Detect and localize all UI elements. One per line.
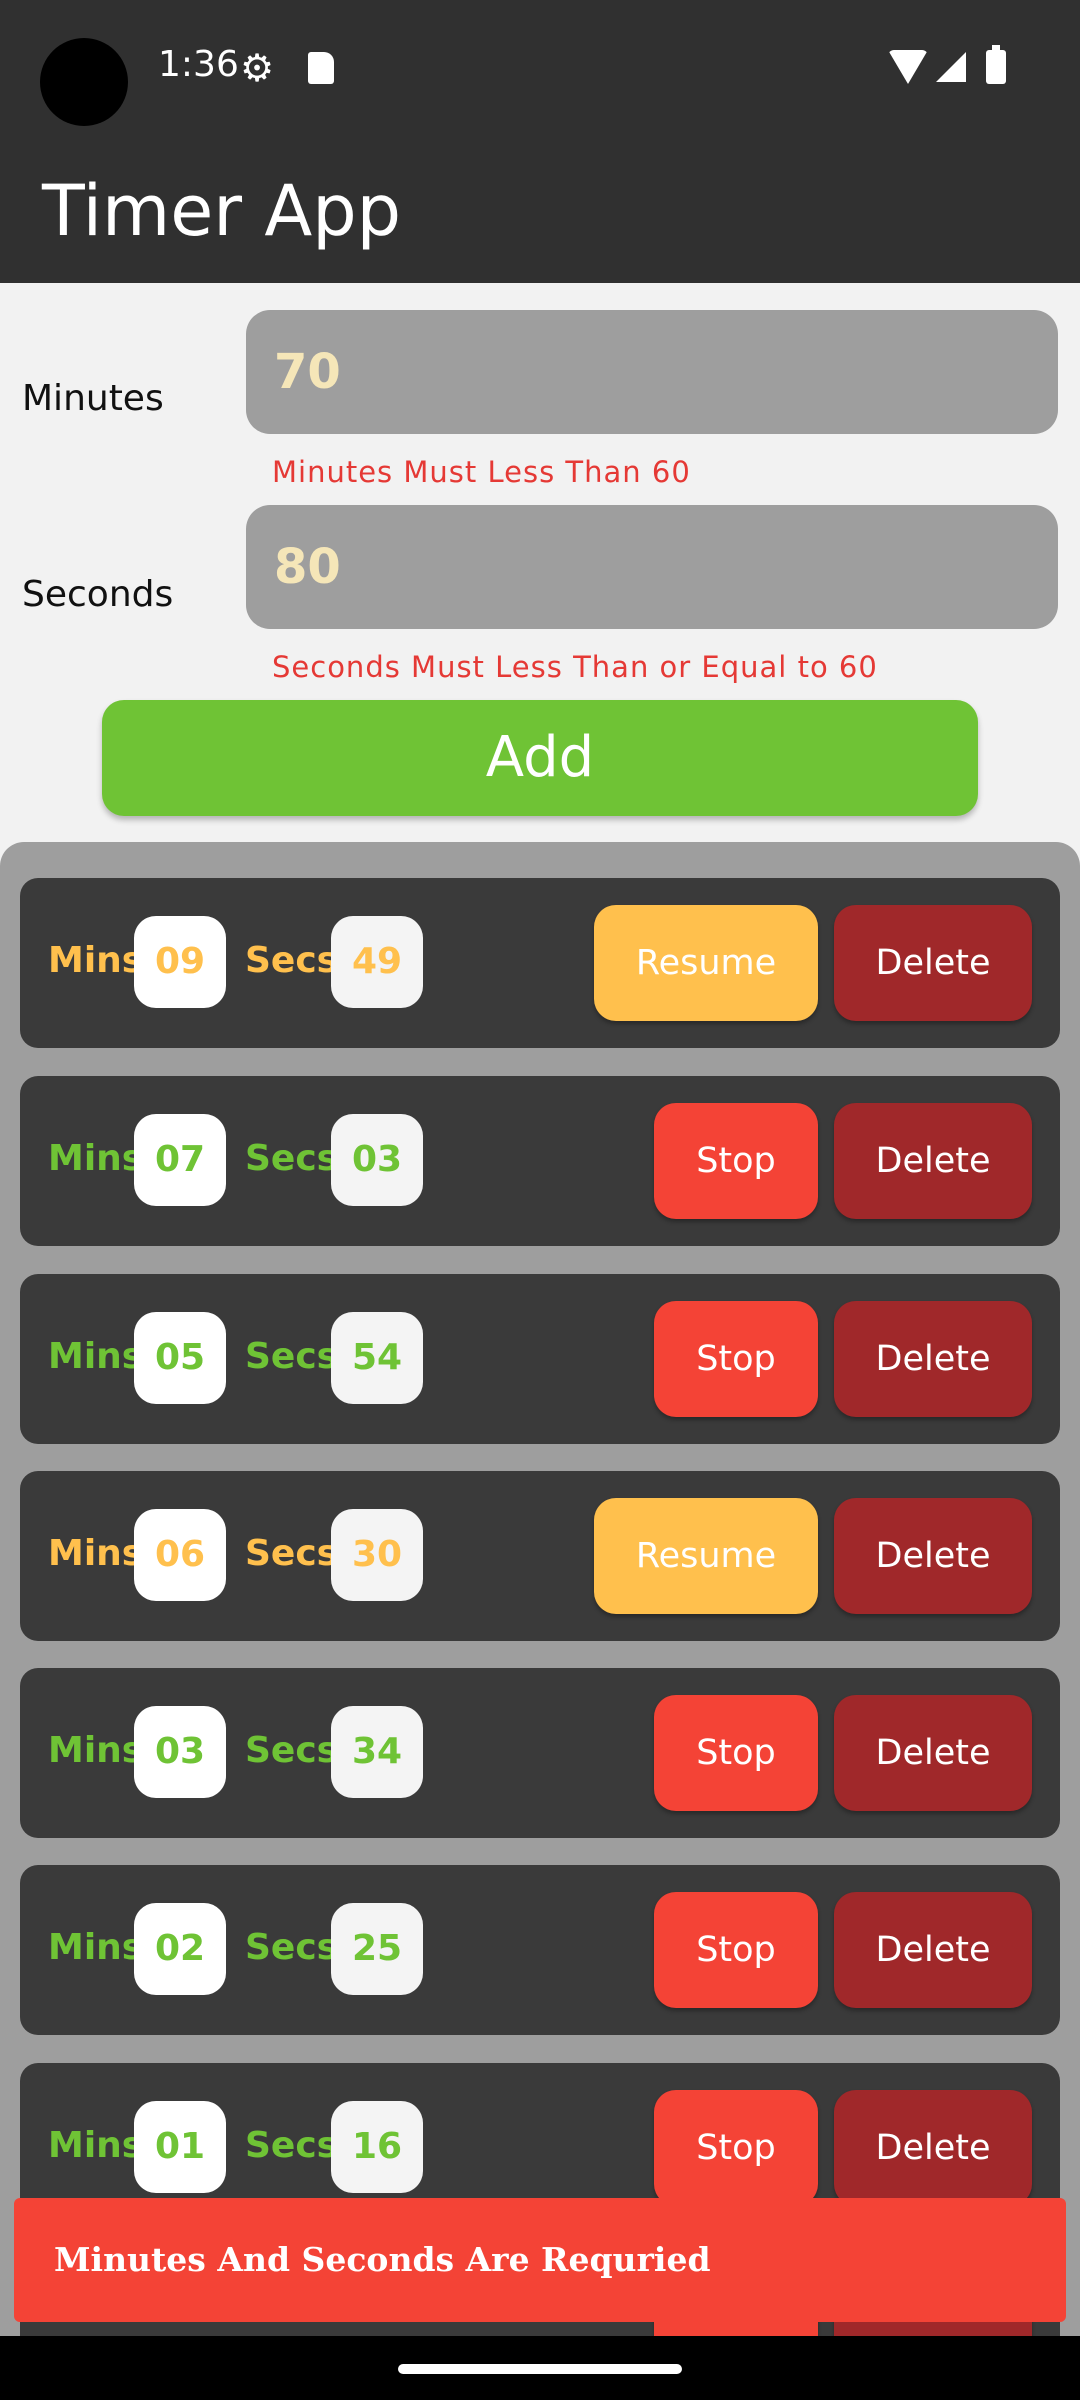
camera-cutout bbox=[40, 38, 128, 126]
stop-button[interactable]: Stop bbox=[654, 1892, 818, 2008]
battery-icon bbox=[986, 45, 1006, 84]
settings-icon: ⚙ bbox=[240, 46, 275, 90]
mins-label: Mins bbox=[48, 1336, 144, 1377]
app-bar: Timer App bbox=[0, 140, 1080, 283]
stop-button[interactable]: Stop bbox=[654, 1695, 818, 1811]
delete-button[interactable]: Delete bbox=[834, 1301, 1032, 1417]
mins-value: 06 bbox=[134, 1509, 226, 1601]
delete-button[interactable]: Delete bbox=[834, 1498, 1032, 1614]
secs-value: 30 bbox=[331, 1509, 423, 1601]
mins-value: 05 bbox=[134, 1312, 226, 1404]
status-bar: 1:36 ⚙ bbox=[0, 0, 1080, 140]
stop-button[interactable]: Stop bbox=[654, 1103, 818, 1219]
secs-label: Secs bbox=[245, 1336, 339, 1377]
secs-value: 16 bbox=[331, 2101, 423, 2193]
timer-card: Mins 09 Secs 49 Resume Delete bbox=[20, 878, 1060, 1048]
secs-label: Secs bbox=[245, 1927, 339, 1968]
secs-label: Secs bbox=[245, 1533, 339, 1574]
timer-card: Mins 07 Secs 03 Stop Delete bbox=[20, 1076, 1060, 1246]
secs-value: 54 bbox=[331, 1312, 423, 1404]
timer-card: Mins 06 Secs 30 Resume Delete bbox=[20, 1471, 1060, 1641]
resume-button[interactable]: Resume bbox=[594, 1498, 818, 1614]
delete-button[interactable]: Delete bbox=[834, 1695, 1032, 1811]
secs-label: Secs bbox=[245, 940, 339, 981]
secs-value: 03 bbox=[331, 1114, 423, 1206]
delete-button[interactable]: Delete bbox=[834, 2090, 1032, 2206]
sd-card-icon bbox=[308, 52, 334, 84]
seconds-label: Seconds bbox=[22, 574, 174, 615]
secs-label: Secs bbox=[245, 2125, 339, 2166]
stop-button[interactable]: Stop bbox=[654, 2090, 818, 2206]
secs-value: 25 bbox=[331, 1903, 423, 1995]
delete-button[interactable]: Delete bbox=[834, 1103, 1032, 1219]
wifi-icon bbox=[888, 50, 928, 84]
mins-label: Mins bbox=[48, 940, 144, 981]
status-time: 1:36 bbox=[158, 44, 239, 85]
mins-value: 01 bbox=[134, 2101, 226, 2193]
minutes-error: Minutes Must Less Than 60 bbox=[272, 455, 691, 489]
timer-list: Mins 09 Secs 49 Resume Delete Mins 07 Se… bbox=[0, 842, 1080, 2342]
mins-label: Mins bbox=[48, 1927, 144, 1968]
add-button[interactable]: Add bbox=[102, 700, 978, 816]
mins-value: 09 bbox=[134, 916, 226, 1008]
timer-card: Mins 02 Secs 25 Stop Delete bbox=[20, 1865, 1060, 2035]
mins-label: Mins bbox=[48, 1730, 144, 1771]
secs-label: Secs bbox=[245, 1730, 339, 1771]
mins-value: 07 bbox=[134, 1114, 226, 1206]
mins-label: Mins bbox=[48, 1138, 144, 1179]
signal-icon bbox=[936, 52, 966, 82]
delete-button[interactable]: Delete bbox=[834, 905, 1032, 1021]
minutes-label: Minutes bbox=[22, 378, 164, 419]
home-gesture-handle[interactable] bbox=[398, 2364, 682, 2374]
navigation-bar bbox=[0, 2336, 1080, 2400]
timer-card: Mins 05 Secs 54 Stop Delete bbox=[20, 1274, 1060, 1444]
secs-label: Secs bbox=[245, 1138, 339, 1179]
mins-value: 03 bbox=[134, 1706, 226, 1798]
secs-value: 34 bbox=[331, 1706, 423, 1798]
secs-value: 49 bbox=[331, 916, 423, 1008]
seconds-error: Seconds Must Less Than or Equal to 60 bbox=[272, 650, 878, 684]
mins-label: Mins bbox=[48, 1533, 144, 1574]
seconds-input[interactable]: 80 bbox=[246, 505, 1058, 629]
stop-button[interactable]: Stop bbox=[654, 1301, 818, 1417]
timer-card: Mins 03 Secs 34 Stop Delete bbox=[20, 1668, 1060, 1838]
mins-value: 02 bbox=[134, 1903, 226, 1995]
resume-button[interactable]: Resume bbox=[594, 905, 818, 1021]
snackbar: Minutes And Seconds Are Requried bbox=[14, 2198, 1066, 2322]
page-title: Timer App bbox=[42, 170, 402, 252]
mins-label: Mins bbox=[48, 2125, 144, 2166]
delete-button[interactable]: Delete bbox=[834, 1892, 1032, 2008]
minutes-input[interactable]: 70 bbox=[246, 310, 1058, 434]
